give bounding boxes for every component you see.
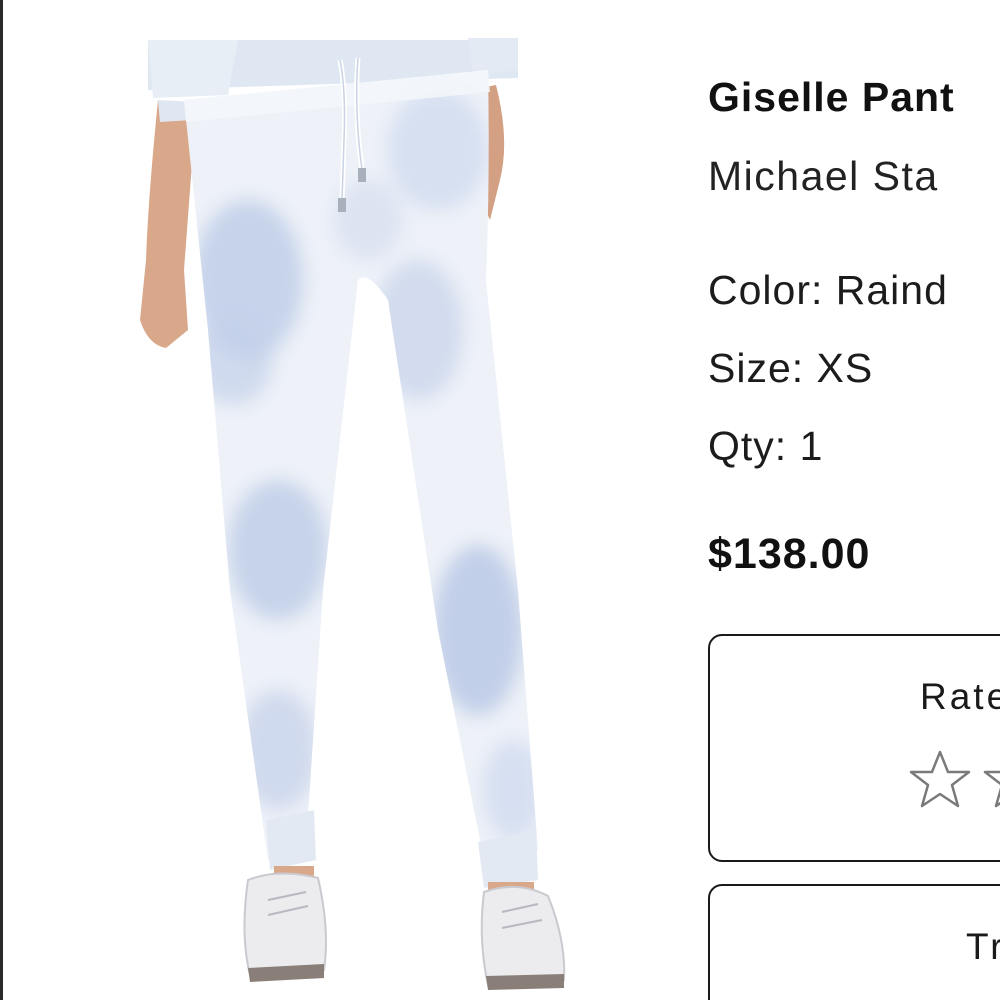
star-outline-icon[interactable] (982, 748, 1000, 812)
action-button-label: Tr (966, 926, 1000, 967)
rate-title: Rate (920, 676, 1000, 717)
price: $138.00 (708, 530, 871, 578)
rate-card: Rate (708, 634, 1000, 862)
brand-name[interactable]: Michael Sta (708, 153, 939, 200)
color-attribute: Color: Raind (708, 267, 948, 313)
product-details: Giselle Pant Michael Sta Color: Raind Si… (708, 0, 1000, 1000)
star-outline-icon[interactable] (908, 748, 972, 812)
product-name[interactable]: Giselle Pant (708, 74, 955, 121)
size-attribute: Size: XS (708, 345, 874, 391)
product-page: Giselle Pant Michael Sta Color: Raind Si… (0, 0, 1000, 1000)
product-image[interactable] (118, 30, 588, 1000)
pants-illustration (140, 38, 566, 990)
action-button[interactable]: Tr (708, 884, 1000, 1000)
quantity-attribute: Qty: 1 (708, 423, 824, 469)
window-edge (0, 0, 3, 1000)
